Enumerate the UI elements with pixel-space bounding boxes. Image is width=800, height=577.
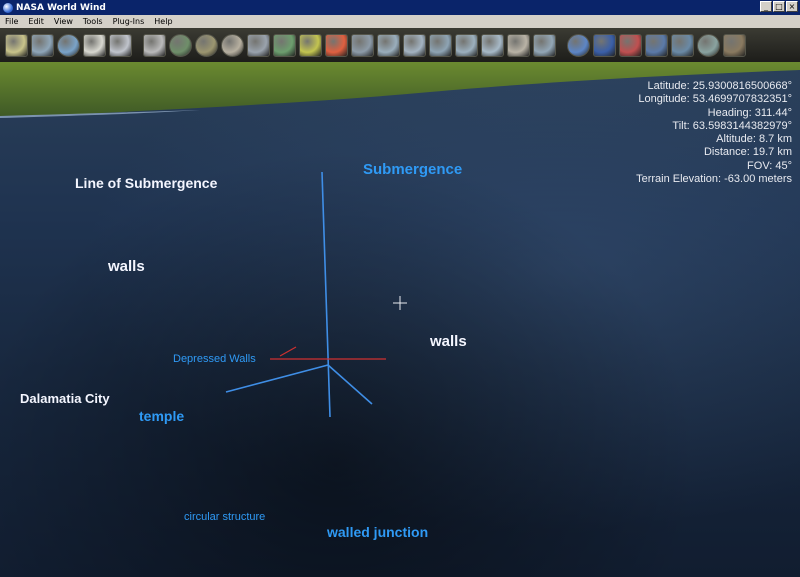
- satellite-icon[interactable]: [247, 33, 270, 57]
- altitude-readout: Altitude: 8.7 km: [716, 133, 792, 146]
- map-tile-icon[interactable]: [593, 33, 616, 57]
- heading-readout: Heading: 311.44°: [707, 106, 792, 119]
- landsat-icon[interactable]: [671, 33, 694, 57]
- map-tile-icon[interactable]: [377, 33, 400, 57]
- terrain-elevation-readout: Terrain Elevation: -63.00 meters: [636, 173, 792, 186]
- label-circular-structure[interactable]: circular structure: [184, 511, 265, 523]
- label-walls[interactable]: walls: [108, 258, 145, 275]
- menu-edit[interactable]: Edit: [23, 17, 49, 26]
- label-dalamatia-city[interactable]: Dalamatia City: [20, 391, 110, 406]
- menu-tools[interactable]: Tools: [78, 17, 108, 26]
- clock-icon[interactable]: [83, 33, 106, 57]
- longitude-readout: Longitude: 53.4699707832351°: [638, 93, 792, 106]
- latitude-readout: Latitude: 25.9300816500668°: [647, 80, 792, 92]
- minimize-button[interactable]: _: [760, 1, 772, 12]
- menu-file[interactable]: File: [0, 17, 23, 26]
- window-title: NASA World Wind: [16, 2, 106, 13]
- label-walled-junction[interactable]: walled junction: [327, 524, 428, 540]
- layer-manager-icon[interactable]: [5, 33, 28, 57]
- crosshair: [393, 296, 407, 310]
- weather-icon[interactable]: [325, 33, 348, 57]
- close-button[interactable]: ×: [786, 1, 798, 12]
- menu-plugins[interactable]: Plug-Ins: [108, 17, 150, 26]
- menu-view[interactable]: View: [49, 17, 78, 26]
- axis-diagonal-left: [225, 364, 329, 393]
- map-tile-icon[interactable]: [455, 33, 478, 57]
- magnifier-icon[interactable]: [143, 33, 166, 57]
- label-line-of-submergence[interactable]: Line of Submergence: [75, 175, 217, 191]
- axis-diagonal-right: [327, 364, 373, 405]
- globe-icon[interactable]: [195, 33, 218, 57]
- title-bar[interactable]: NASA World Wind _ □ ×: [0, 0, 800, 15]
- map-tile-icon[interactable]: [645, 33, 668, 57]
- map-tile-icon[interactable]: [273, 33, 296, 57]
- fov-readout: FOV: 45°: [747, 159, 792, 172]
- axis-marker: [225, 171, 373, 418]
- grid-icon[interactable]: [31, 33, 54, 57]
- map-tile-icon[interactable]: [429, 33, 452, 57]
- frame-icon[interactable]: [109, 33, 132, 57]
- map-tile-icon[interactable]: [299, 33, 322, 57]
- globe-icon[interactable]: [697, 33, 720, 57]
- globe-icon[interactable]: [169, 33, 192, 57]
- globe-icon[interactable]: [567, 33, 590, 57]
- axis-vertical: [321, 171, 331, 418]
- map-tile-icon[interactable]: [403, 33, 426, 57]
- map-tile-icon[interactable]: [481, 33, 504, 57]
- globe-icon[interactable]: [221, 33, 244, 57]
- panorama-icon[interactable]: [723, 33, 746, 57]
- flag-icon[interactable]: [619, 33, 642, 57]
- map-tile-icon[interactable]: [351, 33, 374, 57]
- map-tile-icon[interactable]: [533, 33, 556, 57]
- label-walls[interactable]: walls: [430, 333, 467, 350]
- label-submergence[interactable]: Submergence: [363, 161, 462, 178]
- map-tile-icon[interactable]: [507, 33, 530, 57]
- globe-icon[interactable]: [57, 33, 80, 57]
- maximize-button[interactable]: □: [773, 1, 785, 12]
- label-depressed-walls[interactable]: Depressed Walls: [173, 353, 256, 365]
- label-temple[interactable]: temple: [139, 408, 184, 424]
- toolbar: [0, 28, 800, 62]
- position-info-panel: Latitude: 25.9300816500668° Longitude: 5…: [636, 80, 792, 186]
- app-globe-icon: [3, 2, 13, 13]
- menu-bar: File Edit View Tools Plug-Ins Help: [0, 15, 800, 28]
- menu-help[interactable]: Help: [149, 17, 177, 26]
- tilt-readout: Tilt: 63.5983144382979°: [672, 119, 792, 132]
- distance-readout: Distance: 19.7 km: [703, 146, 792, 159]
